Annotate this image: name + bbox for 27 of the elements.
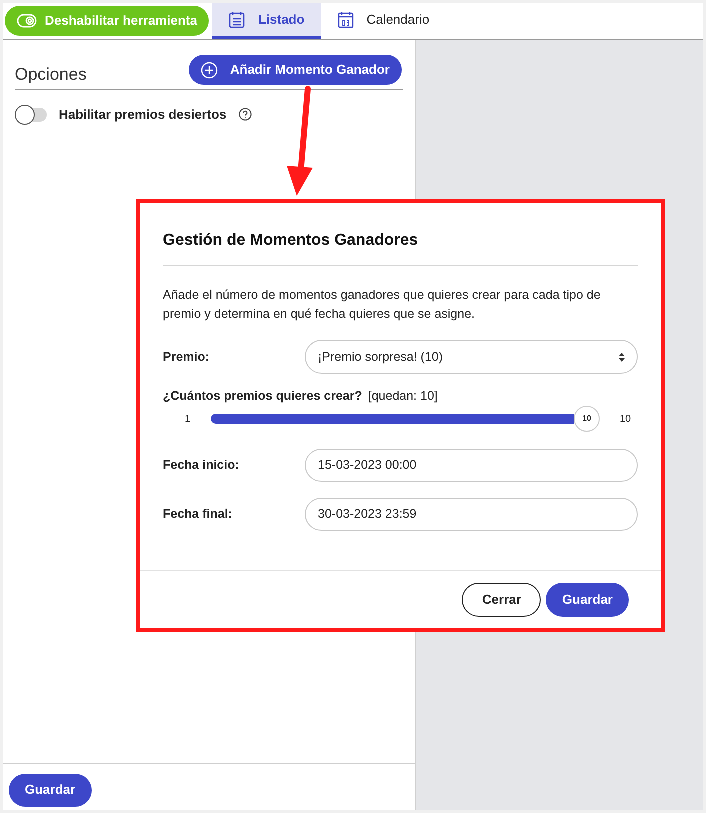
tab[interactable]: Listado bbox=[212, 3, 321, 39]
save-button[interactable]: Guardar bbox=[546, 582, 629, 616]
date-field[interactable]: 15-03-2023 00:00 bbox=[305, 448, 638, 482]
slider-max: 10 bbox=[620, 412, 632, 427]
switch-label: Habilitar premios desiertos bbox=[59, 106, 227, 124]
remaining-count: [quedan: 10] bbox=[368, 388, 438, 405]
dialog-title: Gestión de Momentos Ganadores bbox=[163, 232, 418, 249]
slider-min: 1 bbox=[185, 412, 192, 427]
help-icon[interactable] bbox=[238, 108, 252, 122]
field-label: Premio: bbox=[163, 348, 211, 366]
quantity-label: ¿Cuántos premios quieres crear? bbox=[163, 388, 362, 405]
field-label: Fecha inicio: bbox=[163, 456, 240, 474]
add-winning-moment-button[interactable]: Añadir Momento Ganador bbox=[189, 55, 402, 85]
list-icon bbox=[228, 10, 246, 28]
save-button[interactable]: Guardar bbox=[9, 774, 92, 806]
dialog-description: Añade el número de momentos ganadores que quieres crear para cada tipo de premio y determina en qué fecha quieres que se asigne. bbox=[163, 287, 602, 323]
toggle-switch[interactable] bbox=[15, 108, 47, 122]
field-label: Fecha final: bbox=[163, 506, 234, 523]
close-button[interactable]: Cerrar bbox=[462, 582, 542, 616]
slider-thumb[interactable]: 10 bbox=[574, 406, 600, 432]
calendar-icon bbox=[336, 10, 355, 28]
prize-select[interactable]: ¡Premio sorpresa! (10) bbox=[305, 340, 638, 374]
plus-circle-icon bbox=[201, 62, 218, 78]
date-field[interactable]: 30-03-2023 23:59 bbox=[305, 498, 638, 531]
toggle-icon bbox=[17, 14, 37, 28]
section-title: Opciones bbox=[15, 64, 87, 86]
sort-caret-icon bbox=[619, 352, 625, 362]
